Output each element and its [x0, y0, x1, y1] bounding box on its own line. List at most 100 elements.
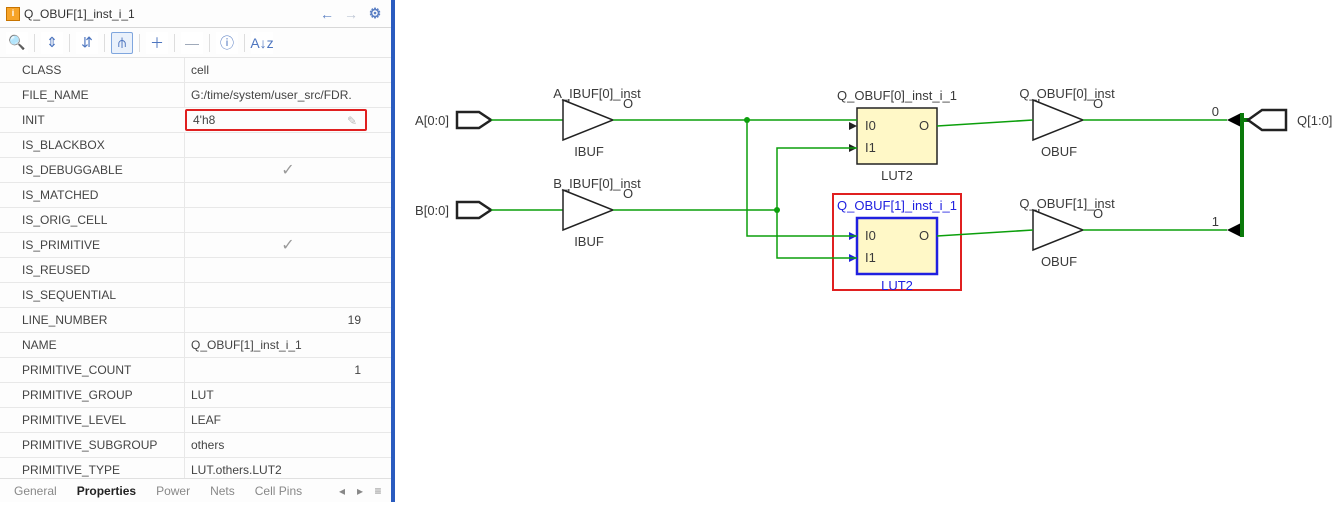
property-row[interactable]: PRIMITIVE_GROUPLUT: [0, 383, 391, 408]
property-value: Q_OBUF[1]_inst_i_1: [184, 333, 391, 357]
pin-label: I0: [865, 228, 876, 243]
property-row[interactable]: IS_DEBUGGABLE✓: [0, 158, 391, 183]
pencil-icon[interactable]: ✎: [347, 114, 361, 128]
tab-cell-pins[interactable]: Cell Pins: [245, 484, 312, 498]
back-button[interactable]: ←: [317, 4, 337, 24]
expand-icon[interactable]: ⇵: [76, 32, 98, 54]
remove-icon[interactable]: —: [181, 32, 203, 54]
property-value: ✓: [184, 233, 391, 257]
property-key: IS_REUSED: [22, 263, 184, 277]
forward-button[interactable]: →: [341, 4, 361, 24]
tab-scroll-left-icon[interactable]: ◂: [333, 484, 351, 498]
property-table[interactable]: CLASScellFILE_NAMEG:/time/system/user_sr…: [0, 58, 391, 478]
type-label: LUT2: [881, 168, 913, 183]
panel-header: i Q_OBUF[1]_inst_i_1 ← → ⚙: [0, 0, 391, 28]
settings-button[interactable]: ⚙: [365, 4, 385, 24]
property-key: IS_MATCHED: [22, 188, 184, 202]
property-row[interactable]: IS_MATCHED: [0, 183, 391, 208]
panel-toolbar: 🔍 ⇕ ⇵ ⫛ ＋ — ⓘ A↓z: [0, 28, 391, 58]
instance-label: Q_OBUF[0]_inst_i_1: [837, 88, 957, 103]
property-key: INIT: [22, 113, 184, 127]
type-label: IBUF: [574, 234, 604, 249]
pin-label: O: [623, 96, 633, 111]
collapse-icon[interactable]: ⇕: [41, 32, 63, 54]
property-key: FILE_NAME: [22, 88, 184, 102]
property-value: G:/time/system/user_src/FDR.: [184, 83, 391, 107]
separator: [104, 34, 105, 52]
property-key: NAME: [22, 338, 184, 352]
footer-tabs: GeneralPropertiesPowerNetsCell Pins ◂▸≡: [0, 478, 391, 502]
search-icon[interactable]: 🔍: [6, 32, 28, 54]
property-row[interactable]: IS_ORIG_CELL: [0, 208, 391, 233]
tab-nets[interactable]: Nets: [200, 484, 245, 498]
input-port[interactable]: [457, 202, 491, 218]
pin-label: I0: [865, 118, 876, 133]
property-key: IS_DEBUGGABLE: [22, 163, 184, 177]
property-key: IS_ORIG_CELL: [22, 213, 184, 227]
tab-properties[interactable]: Properties: [67, 484, 146, 498]
property-row[interactable]: PRIMITIVE_LEVELLEAF: [0, 408, 391, 433]
type-label: OBUF: [1041, 254, 1077, 269]
property-value[interactable]: 4'h8✎: [185, 109, 367, 131]
pin-arrow-icon: [849, 122, 857, 130]
pin-label: I1: [865, 250, 876, 265]
pin-label: O: [919, 228, 929, 243]
wire-junction: [774, 207, 780, 213]
property-value: [184, 208, 391, 232]
wire: [937, 230, 1033, 236]
wire: [777, 210, 857, 258]
property-row[interactable]: IS_SEQUENTIAL: [0, 283, 391, 308]
pin-label: I1: [865, 140, 876, 155]
tab-scroll-right-icon[interactable]: ▸: [351, 484, 369, 498]
pin-label: O: [919, 118, 929, 133]
property-key: IS_SEQUENTIAL: [22, 288, 184, 302]
tab-power[interactable]: Power: [146, 484, 200, 498]
buffer-symbol[interactable]: [1033, 210, 1083, 250]
pin-label: O: [1093, 96, 1103, 111]
panel-title: Q_OBUF[1]_inst_i_1: [24, 7, 313, 21]
buffer-symbol[interactable]: [563, 190, 613, 230]
cell-icon: i: [6, 7, 20, 21]
schematic-viewer[interactable]: A[0:0]B[0:0]A_IBUF[0]_instIOIBUFB_IBUF[0…: [395, 0, 1339, 502]
property-key: PRIMITIVE_TYPE: [22, 463, 184, 477]
instance-label: Q_OBUF[1]_inst_i_1: [837, 198, 957, 213]
property-value: [184, 183, 391, 207]
bit-label: 0: [1212, 104, 1219, 119]
property-key: PRIMITIVE_LEVEL: [22, 413, 184, 427]
tab-menu-icon[interactable]: ≡: [369, 484, 387, 498]
property-row[interactable]: PRIMITIVE_COUNT1: [0, 358, 391, 383]
property-value: LEAF: [184, 408, 391, 432]
buffer-symbol[interactable]: [563, 100, 613, 140]
property-row[interactable]: PRIMITIVE_SUBGROUPothers: [0, 433, 391, 458]
property-row[interactable]: PRIMITIVE_TYPELUT.others.LUT2: [0, 458, 391, 478]
tree-toggle-icon[interactable]: ⫛: [111, 32, 133, 54]
property-value: 1: [184, 358, 391, 382]
property-row[interactable]: IS_BLACKBOX: [0, 133, 391, 158]
property-row[interactable]: LINE_NUMBER19: [0, 308, 391, 333]
input-port[interactable]: [457, 112, 491, 128]
lut-symbol[interactable]: [857, 218, 937, 274]
property-key: PRIMITIVE_COUNT: [22, 363, 184, 377]
lut-symbol[interactable]: [857, 108, 937, 164]
property-row[interactable]: IS_PRIMITIVE✓: [0, 233, 391, 258]
property-value: [184, 258, 391, 282]
property-row[interactable]: NAMEQ_OBUF[1]_inst_i_1: [0, 333, 391, 358]
info-icon[interactable]: ⓘ: [216, 32, 238, 54]
sort-icon[interactable]: A↓z: [251, 32, 273, 54]
property-value: LUT: [184, 383, 391, 407]
buffer-symbol[interactable]: [1033, 100, 1083, 140]
property-row[interactable]: CLASScell: [0, 58, 391, 83]
property-value: others: [184, 433, 391, 457]
add-icon[interactable]: ＋: [146, 32, 168, 54]
property-row[interactable]: IS_REUSED: [0, 258, 391, 283]
property-key: IS_BLACKBOX: [22, 138, 184, 152]
type-label: OBUF: [1041, 144, 1077, 159]
property-value: 19: [184, 308, 391, 332]
separator: [209, 34, 210, 52]
property-row[interactable]: FILE_NAMEG:/time/system/user_src/FDR.: [0, 83, 391, 108]
property-key: IS_PRIMITIVE: [22, 238, 184, 252]
tab-general[interactable]: General: [4, 484, 67, 498]
output-port[interactable]: [1248, 110, 1286, 130]
separator: [139, 34, 140, 52]
property-row[interactable]: INIT4'h8✎: [0, 108, 391, 133]
